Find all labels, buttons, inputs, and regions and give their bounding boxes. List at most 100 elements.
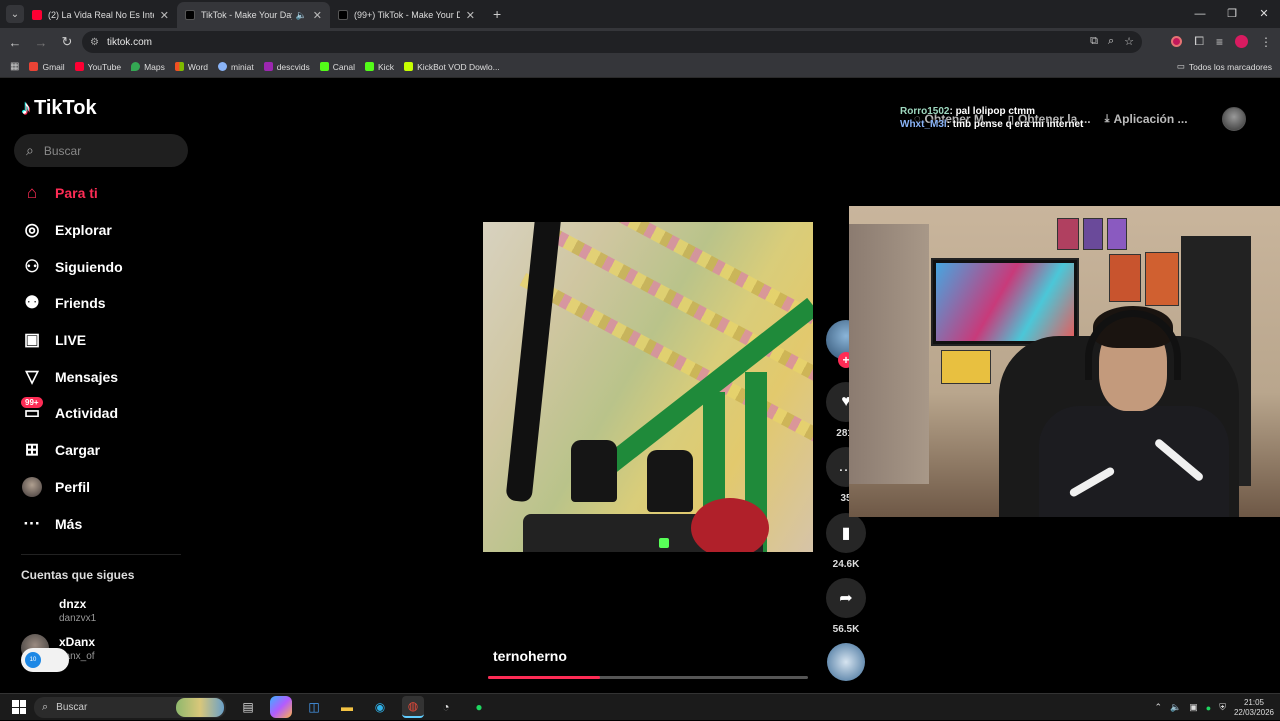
- extensions-icon[interactable]: ⧠: [1194, 34, 1204, 49]
- install-app-icon[interactable]: ⧉: [1090, 35, 1098, 48]
- bookmark-label: KickBot VOD Dowlo...: [417, 61, 500, 72]
- sidebar-item-mas[interactable]: ··· Más: [21, 505, 123, 542]
- search-box[interactable]: ⌕: [14, 134, 188, 167]
- tab-title: (99+) TikTok - Make Your Day: [354, 10, 460, 20]
- apps-grid-icon[interactable]: ▦: [10, 61, 19, 72]
- search-highlight-image: [176, 697, 224, 717]
- share-button[interactable]: ➦ 56.5K: [826, 578, 866, 635]
- all-bookmarks-button[interactable]: ▭ Todos los marcadores: [1177, 61, 1272, 72]
- save-count: 24.6K: [832, 559, 860, 570]
- chevron-up-icon[interactable]: ⌃: [1154, 702, 1162, 713]
- sidebar-item-actividad[interactable]: ▭ 99+ Actividad: [21, 395, 123, 432]
- desktop-app-button[interactable]: ⤓ Aplicación ...: [1105, 112, 1188, 126]
- bookmark-youtube[interactable]: YouTube: [74, 62, 121, 72]
- star-icon[interactable]: ☆: [1124, 35, 1134, 48]
- avatar: [22, 476, 42, 497]
- video-progress-bar[interactable]: [488, 676, 808, 679]
- reload-icon[interactable]: ↻: [56, 34, 78, 50]
- file-explorer-icon[interactable]: ▬: [336, 696, 358, 718]
- minimize-button[interactable]: —: [1184, 0, 1216, 28]
- clock[interactable]: 21:05 22/03/2026: [1234, 698, 1274, 718]
- kick-icon: [365, 62, 374, 71]
- sidebar-item-friends[interactable]: ⚉ Friends: [21, 285, 123, 322]
- bookmark-maps[interactable]: Maps: [131, 62, 165, 72]
- app-tray-icon[interactable]: ●: [1206, 703, 1211, 713]
- network-icon[interactable]: ▣: [1189, 702, 1198, 713]
- copilot-icon[interactable]: [270, 696, 292, 718]
- sidebar-item-label: LIVE: [55, 332, 87, 349]
- window-controls: — ❐ ✕: [1184, 0, 1280, 28]
- taskbar-search[interactable]: ⌕ Buscar: [34, 696, 226, 718]
- windows-start-icon[interactable]: [12, 700, 26, 714]
- forward-icon[interactable]: →: [30, 35, 52, 50]
- word-icon: [174, 62, 184, 71]
- tiktok-icon: [338, 10, 348, 20]
- user-avatar[interactable]: [1222, 107, 1246, 131]
- webcam-scene: [1107, 218, 1127, 250]
- search-icon: ⌕: [42, 700, 49, 713]
- sidebar-item-label: Cargar: [55, 442, 101, 459]
- sidebar-item-label: Actividad: [55, 405, 119, 422]
- chrome-icon[interactable]: ◍: [402, 696, 424, 718]
- save-button[interactable]: ▮ 24.6K: [826, 513, 866, 570]
- obs-icon[interactable]: ◔: [435, 696, 457, 718]
- video-player[interactable]: [483, 222, 813, 552]
- new-tab-button[interactable]: +: [493, 6, 501, 22]
- music-disc-button[interactable]: [827, 643, 867, 681]
- bookmark-label: Word: [187, 61, 209, 72]
- volume-icon[interactable]: 🔈: [1170, 702, 1181, 713]
- speaker-icon[interactable]: 🔈: [296, 10, 307, 21]
- back-icon[interactable]: ←: [4, 35, 26, 50]
- bookmark-miniat[interactable]: miniat: [218, 62, 254, 72]
- close-window-button[interactable]: ✕: [1248, 0, 1280, 28]
- edge-icon[interactable]: ◉: [369, 696, 391, 718]
- profile-avatar[interactable]: [1235, 35, 1248, 48]
- clock-time: 21:05: [1243, 697, 1264, 707]
- bookmark-kickbot[interactable]: KickBot VOD Dowlo...: [404, 62, 500, 72]
- sidebar-item-label: Más: [55, 515, 83, 532]
- bookmark-label: descvids: [276, 61, 310, 72]
- webcam-scene: [1057, 218, 1079, 250]
- bookmark-canal[interactable]: Canal: [319, 62, 355, 72]
- search-input[interactable]: [43, 143, 164, 158]
- sidebar-item-explorar[interactable]: ◎ Explorar: [21, 212, 123, 249]
- site-info-icon[interactable]: ⚙: [90, 37, 99, 48]
- bookmark-kick[interactable]: Kick: [365, 62, 394, 72]
- close-icon[interactable]: ✕: [466, 9, 475, 22]
- extension-toggle[interactable]: 10: [21, 648, 69, 672]
- tiktok-icon: [185, 10, 195, 20]
- sidebar-item-mensajes[interactable]: ▽ Mensajes: [21, 358, 123, 395]
- browser-tab-1[interactable]: (2) La Vida Real No Es Internet ✕: [24, 2, 177, 28]
- media-control-icon[interactable]: ≡: [1216, 35, 1223, 49]
- webcam-scene: [1083, 218, 1103, 250]
- sidebar-item-para-ti[interactable]: ⌂ Para ti: [21, 175, 123, 212]
- shield-icon[interactable]: ⛨: [1219, 702, 1226, 713]
- tiktok-logo[interactable]: ♪ TikTok: [21, 97, 97, 120]
- taskbar-search-label: Buscar: [56, 701, 88, 713]
- sidebar-item-cargar[interactable]: ⊞ Cargar: [21, 432, 123, 469]
- tab-search-button[interactable]: ⌄: [6, 5, 24, 23]
- restore-button[interactable]: ❐: [1216, 0, 1248, 28]
- browser-tab-3[interactable]: (99+) TikTok - Make Your Day ✕: [330, 2, 483, 28]
- sidebar-item-siguiendo[interactable]: ⚇ Siguiendo: [21, 248, 123, 285]
- close-icon[interactable]: ✕: [313, 9, 322, 22]
- store-icon[interactable]: ◫: [303, 696, 325, 718]
- sidebar-item-perfil[interactable]: Perfil: [21, 469, 123, 506]
- task-view-icon[interactable]: ▤: [237, 696, 259, 718]
- video-author[interactable]: ternoherno: [493, 648, 567, 664]
- following-account[interactable]: dnzx danzvx1: [21, 596, 96, 624]
- bookmark-word[interactable]: Word: [174, 61, 209, 72]
- spotify-icon[interactable]: ●: [468, 696, 490, 718]
- menu-icon[interactable]: ⋮: [1260, 35, 1272, 49]
- sidebar-item-label: Perfil: [55, 478, 91, 495]
- browser-tab-2[interactable]: TikTok - Make Your Day 🔈 ✕: [177, 2, 330, 28]
- bookmark-gmail[interactable]: Gmail: [29, 62, 65, 72]
- address-bar[interactable]: ⚙ tiktok.com ⧉ ⌕ ☆: [82, 31, 1142, 53]
- zoom-icon[interactable]: ⌕: [1108, 35, 1114, 48]
- record-extension-icon[interactable]: [1171, 36, 1183, 47]
- bookmark-label: miniat: [231, 61, 254, 72]
- sidebar-item-label: Siguiendo: [55, 258, 123, 275]
- close-icon[interactable]: ✕: [160, 9, 169, 22]
- bookmark-descvids[interactable]: descvids: [263, 61, 310, 72]
- sidebar-item-live[interactable]: ▣ LIVE: [21, 322, 123, 359]
